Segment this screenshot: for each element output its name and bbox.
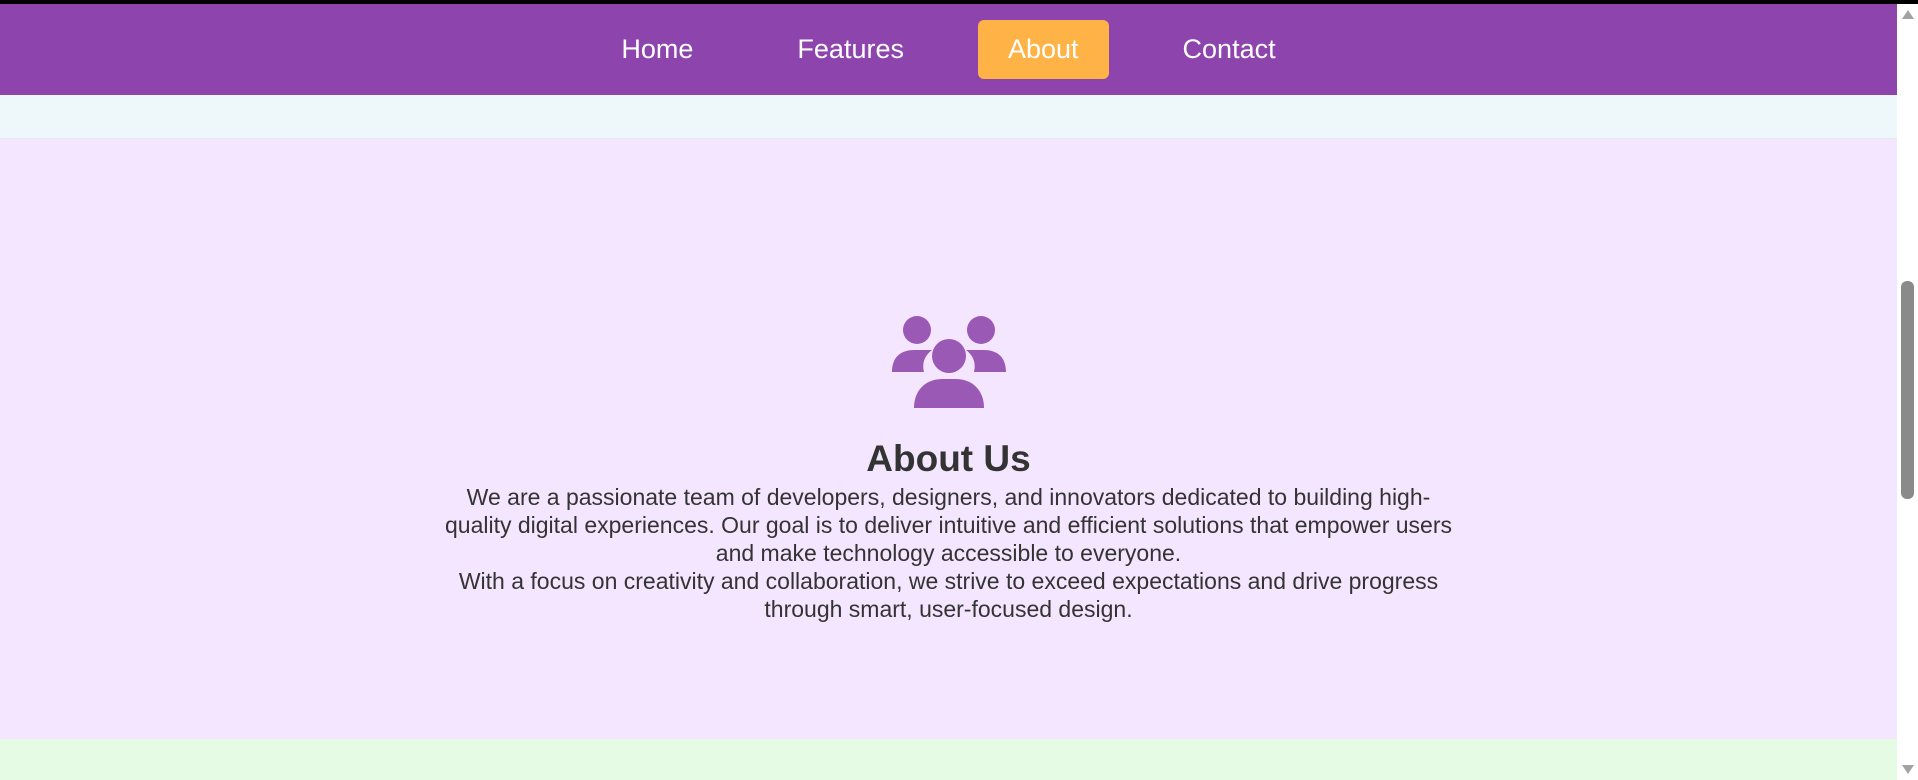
- scrollbar-thumb[interactable]: [1901, 281, 1914, 499]
- users-icon: [891, 316, 1006, 408]
- about-paragraph-2: With a focus on creativity and collabora…: [458, 567, 1439, 622]
- about-section: About Us We are a passionate team of dev…: [0, 139, 1897, 739]
- nav-link-contact[interactable]: Contact: [1153, 20, 1306, 79]
- about-description: We are a passionate team of developers, …: [434, 483, 1464, 623]
- next-section-edge: [0, 739, 1897, 780]
- nav-link-home[interactable]: Home: [591, 20, 723, 79]
- scroll-up-arrow-icon[interactable]: [1902, 10, 1914, 19]
- about-title: About Us: [866, 438, 1031, 479]
- about-paragraph-1: We are a passionate team of developers, …: [444, 483, 1452, 566]
- nav-link-about[interactable]: About: [977, 19, 1109, 80]
- scroll-down-arrow-icon[interactable]: [1902, 765, 1914, 774]
- previous-section-edge: [0, 95, 1897, 139]
- page: Home Features About Contact About Us We …: [0, 0, 1918, 780]
- nav-link-features[interactable]: Features: [767, 20, 934, 79]
- page-viewport: Home Features About Contact About Us We …: [0, 4, 1897, 780]
- vertical-scrollbar[interactable]: [1897, 4, 1918, 780]
- navbar: Home Features About Contact: [0, 4, 1897, 95]
